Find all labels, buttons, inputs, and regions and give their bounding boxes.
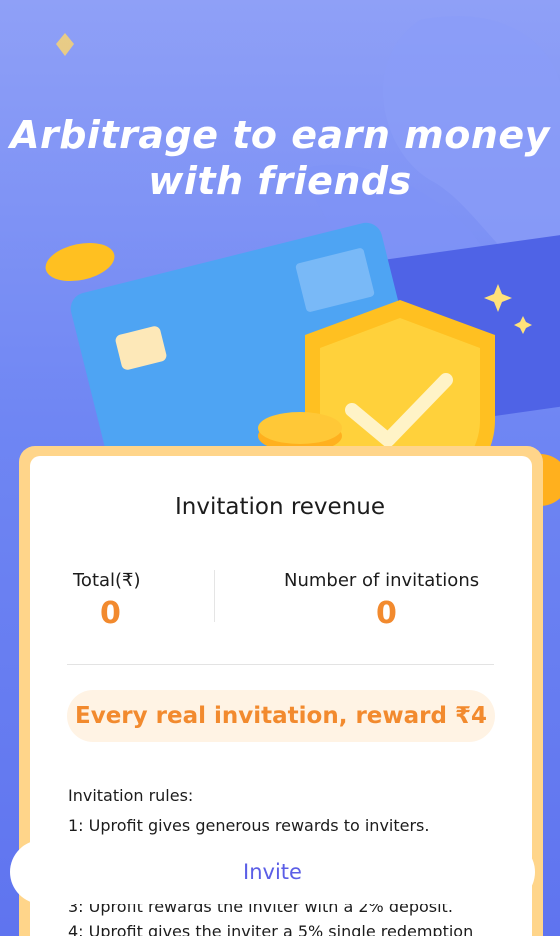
invitations-label: Number of invitations: [284, 570, 480, 591]
section-divider: [67, 664, 494, 665]
stat-divider: [214, 570, 215, 622]
hero-headline: Arbitrage to earn money with friends: [0, 112, 560, 204]
reward-banner: Every real invitation, reward ₹4: [67, 690, 495, 742]
invitations-value: 0: [376, 596, 397, 631]
invite-button[interactable]: Invite: [10, 840, 535, 904]
revenue-title: Invitation revenue: [174, 494, 385, 520]
headline-line-2: with friends: [148, 159, 412, 203]
rule-item: 4: Uprofit gives the inviter a 5% single…: [68, 922, 474, 936]
total-label: Total(₹): [73, 570, 141, 591]
invite-button-label: Invite: [243, 860, 302, 884]
rules-title: Invitation rules:: [68, 786, 194, 805]
rule-item: 1: Uprofit gives generous rewards to inv…: [68, 816, 430, 835]
reward-banner-text: Every real invitation, reward ₹4: [75, 703, 487, 729]
total-value: 0: [100, 596, 121, 631]
headline-line-1: Arbitrage to earn money: [10, 113, 550, 157]
